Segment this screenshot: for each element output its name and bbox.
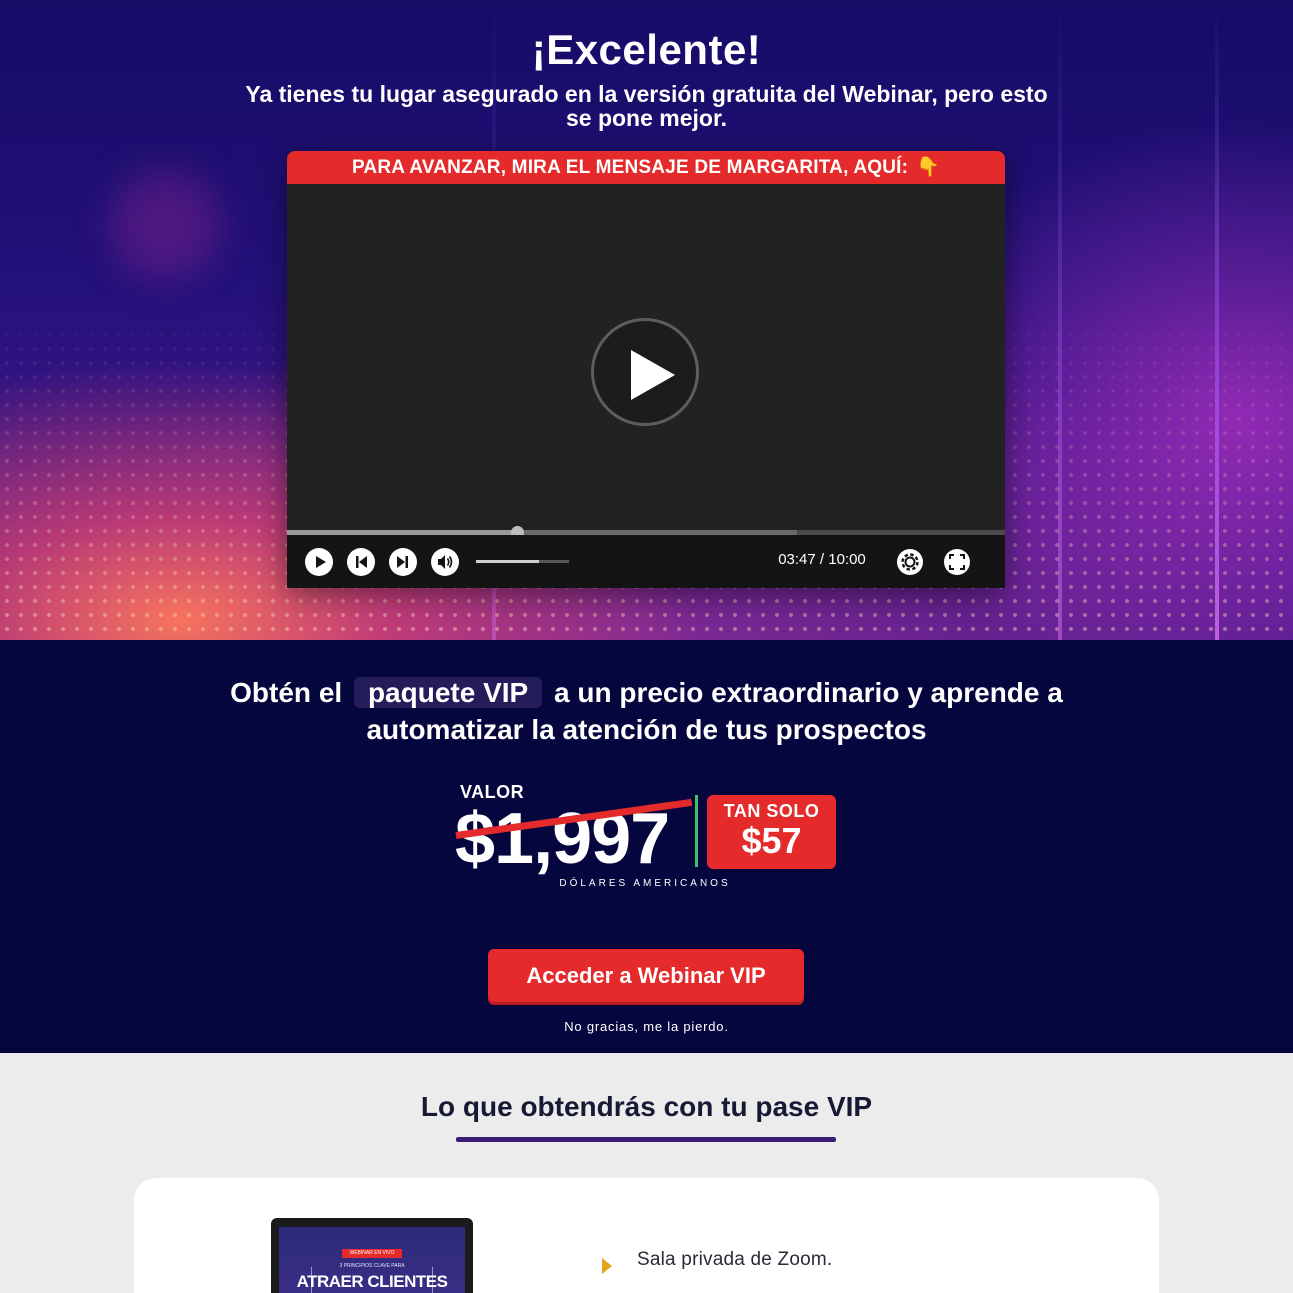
- offer-headline: Obtén el paquete VIP a un precio extraor…: [150, 674, 1143, 748]
- benefits-title: Lo que obtendrás con tu pase VIP: [420, 1091, 873, 1122]
- price-divider: [695, 795, 698, 867]
- volume-slider[interactable]: [476, 560, 569, 563]
- volume-level: [476, 560, 540, 563]
- video-player[interactable]: PARA AVANZAR, MIRA EL MENSAJE DE MARGARI…: [287, 151, 1005, 588]
- access-vip-button[interactable]: Acceder a Webinar VIP: [488, 949, 804, 1002]
- triangle-bullet-icon: [602, 1258, 612, 1274]
- offer-highlight-pill: paquete VIP: [353, 677, 543, 708]
- skip-back-icon: [356, 556, 367, 568]
- hero-light-streak: [1058, 0, 1062, 640]
- laptop-image: WEBINAR EN VIVO 3 PRINCIPIOS CLAVE PARA …: [271, 1218, 473, 1293]
- pointing-down-icon: 👇: [916, 157, 941, 178]
- fullscreen-icon: [944, 549, 970, 575]
- skip-forward-button[interactable]: [389, 548, 417, 576]
- laptop-screen: WEBINAR EN VIVO 3 PRINCIPIOS CLAVE PARA …: [279, 1227, 465, 1293]
- laptop-screen-tag: WEBINAR EN VIVO: [342, 1249, 402, 1258]
- new-price-badge: TAN SOLO $57: [707, 795, 836, 869]
- volume-icon: [438, 555, 453, 569]
- benefit-item: Sala privada de Zoom.: [637, 1249, 833, 1270]
- play-icon: [316, 556, 326, 568]
- page-subtitle: Ya tienes tu lugar asegurado en la versi…: [245, 81, 1048, 131]
- currency-note: DÓLARES AMERICANOS: [559, 878, 731, 889]
- decline-link[interactable]: No gracias, me la pierdo.: [0, 1019, 1293, 1034]
- video-controls: 03:47 / 10:00: [287, 535, 1005, 588]
- settings-button[interactable]: [895, 547, 925, 577]
- laptop-screen-subtitle: 3 PRINCIPIOS CLAVE PARA: [339, 1263, 405, 1269]
- tan-solo-label: TAN SOLO: [723, 801, 820, 821]
- play-button[interactable]: [305, 548, 333, 576]
- skip-back-button[interactable]: [347, 548, 375, 576]
- benefit-card: WEBINAR EN VIVO 3 PRINCIPIOS CLAVE PARA …: [134, 1178, 1159, 1293]
- page-title: ¡Excelente!: [531, 26, 762, 73]
- hero-decor-blob: [110, 170, 220, 280]
- hero-section: ¡Excelente! Ya tienes tu lugar asegurado…: [0, 0, 1293, 640]
- title-underline: [456, 1137, 836, 1142]
- video-banner: PARA AVANZAR, MIRA EL MENSAJE DE MARGARI…: [287, 151, 1005, 184]
- laptop-screen-title: ATRAER CLIENTES: [296, 1272, 448, 1291]
- hero-light-streak: [1215, 0, 1219, 640]
- video-stage[interactable]: [287, 184, 1005, 529]
- big-play-button[interactable]: [591, 318, 699, 426]
- volume-button[interactable]: [431, 548, 459, 576]
- offer-headline-start: Obtén el: [230, 677, 343, 708]
- benefits-section: Lo que obtendrás con tu pase VIP WEBINAR…: [0, 1053, 1293, 1293]
- skip-forward-icon: [397, 556, 408, 568]
- settings-gear-icon: [897, 549, 923, 575]
- new-price: $57: [741, 820, 802, 861]
- offer-section: Obtén el paquete VIP a un precio extraor…: [0, 640, 1293, 1053]
- time-display: 03:47 / 10:00: [778, 551, 866, 568]
- video-banner-text: PARA AVANZAR, MIRA EL MENSAJE DE MARGARI…: [351, 157, 909, 178]
- fullscreen-button[interactable]: [942, 547, 972, 577]
